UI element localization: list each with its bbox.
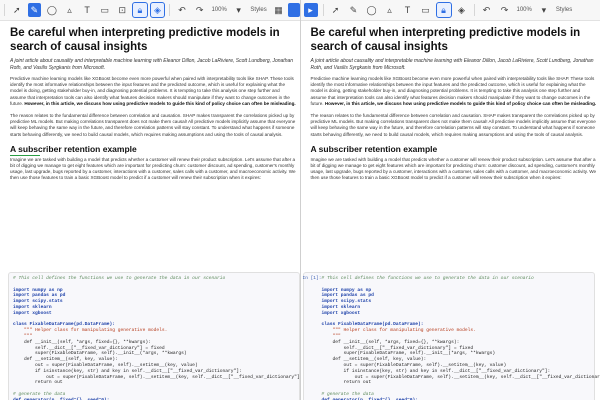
panel-toggle-button[interactable]: ▸ [303,3,318,17]
pointer-icon[interactable]: ➚ [10,3,24,17]
page-subtitle: A joint article about causality and inte… [10,58,294,71]
code-content[interactable]: # This cell defines the functions we use… [322,276,600,400]
code-cell[interactable]: In [1]: # This cell defines the function… [8,272,300,400]
annotation-toolbar: ➚ ✎ ◯ ▵ T ▭ ⊡ 🔒︎ ◈ ↶ ↷ 100% ▾ Styles ▦ [0,0,300,21]
pen-annotation [10,154,40,157]
styles-label[interactable]: Styles [250,7,266,13]
chevron-down-icon[interactable]: ▾ [537,3,551,17]
right-pane: ▸ ➚ ✎ ◯ ▵ T ▭ 🔒︎ ◈ ↶ ↷ 100% ▾ Styles Be … [300,0,600,400]
pen-icon[interactable]: ✎ [27,3,42,17]
toolbar-divider [4,4,5,16]
annotation-toolbar: ▸ ➚ ✎ ◯ ▵ T ▭ 🔒︎ ◈ ↶ ↷ 100% ▾ Styles [300,0,600,21]
circle-icon[interactable]: ◯ [45,3,59,17]
split-view: ➚ ✎ ◯ ▵ T ▭ ⊡ 🔒︎ ◈ ↶ ↷ 100% ▾ Styles ▦ B… [0,0,600,400]
example-paragraph: Imagine we are tasked with building a mo… [10,156,296,181]
text-icon[interactable]: T [401,3,415,17]
left-pane: ➚ ✎ ◯ ▵ T ▭ ⊡ 🔒︎ ◈ ↶ ↷ 100% ▾ Styles ▦ B… [0,0,301,400]
intro-paragraph: Predictive machine learning models like … [311,76,597,107]
document-body: Be careful when interpreting predictive … [311,26,597,188]
zoom-label[interactable]: 100% [517,7,532,13]
zoom-label[interactable]: 100% [211,7,226,13]
undo-icon[interactable]: ↶ [175,3,189,17]
intro-bold-text: However, in this article, we discuss how… [24,100,296,106]
cell-prompt: In [1]: [302,276,322,281]
page-title: Be careful when interpreting predictive … [10,27,280,53]
grid-icon[interactable]: ▦ [272,3,286,17]
reason-paragraph: The reason relates to the fundamental di… [310,113,596,137]
page-title: Be careful when interpreting predictive … [310,27,581,53]
chevron-down-icon[interactable]: ▾ [232,3,246,17]
textbox-icon[interactable]: ⊡ [116,3,130,17]
toolbar-divider [322,4,324,16]
text-icon[interactable]: T [80,3,94,17]
panel-toggle-button[interactable] [288,3,300,17]
document-body: Be careful when interpreting predictive … [10,26,296,188]
section-heading: A subscriber retention example [310,143,438,154]
code-cell[interactable]: In [1]: # This cell defines the function… [302,272,600,400]
page-subtitle: A joint article about causality and inte… [310,58,594,71]
toolbar-divider [169,4,171,16]
pen-icon[interactable]: ✎ [347,3,361,17]
shield-icon[interactable]: ◈ [149,2,166,18]
lock-icon[interactable]: 🔒︎ [132,2,148,18]
example-paragraph: Imagine we are tasked with building a mo… [310,156,597,181]
styles-label[interactable]: Styles [556,7,572,13]
image-icon[interactable]: ▭ [419,3,433,17]
intro-paragraph: Predictive machine learning models like … [10,76,296,107]
intro-bold-text: However, in this article, we discuss how… [324,100,597,106]
pointer-icon[interactable]: ➚ [329,3,343,17]
code-content[interactable]: # This cell defines the functions we use… [13,276,300,400]
shield-icon[interactable]: ◈ [455,3,469,17]
lock-icon[interactable]: 🔒︎ [435,2,452,18]
triangle-icon[interactable]: ▵ [383,3,397,17]
section-heading-text: A subscriber retention example [10,143,137,154]
redo-icon[interactable]: ↷ [498,3,512,17]
toolbar-divider [473,4,475,16]
undo-icon[interactable]: ↶ [480,3,494,17]
redo-icon[interactable]: ↷ [193,3,207,17]
image-icon[interactable]: ▭ [98,3,112,17]
circle-icon[interactable]: ◯ [365,3,379,17]
reason-paragraph: The reason relates to the fundamental di… [10,113,296,137]
triangle-icon[interactable]: ▵ [63,3,77,17]
section-heading: A subscriber retention example [10,143,296,157]
